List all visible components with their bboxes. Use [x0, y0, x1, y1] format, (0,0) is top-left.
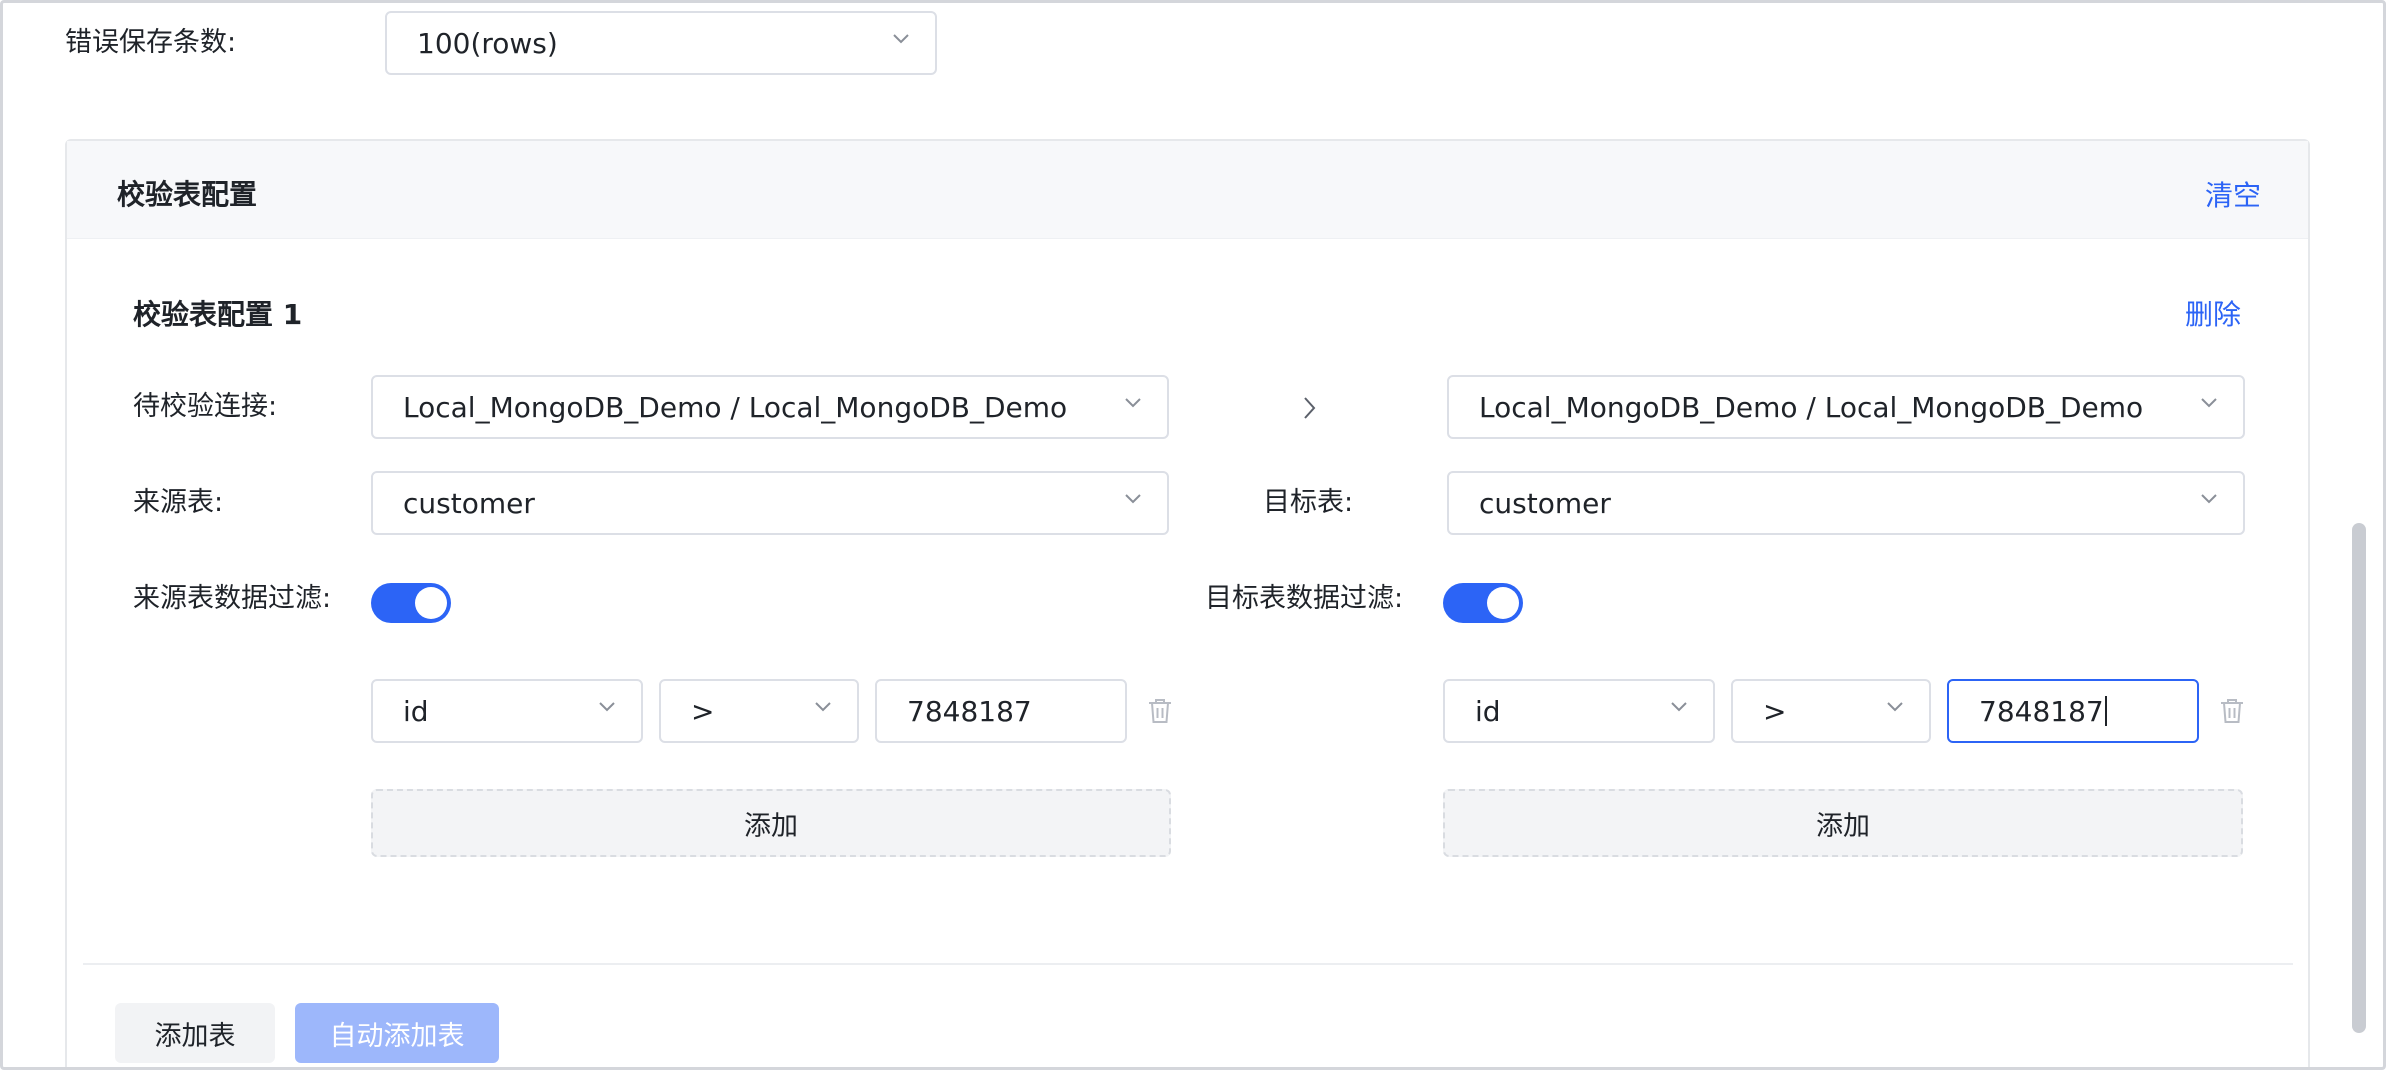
chevron-down-icon	[1887, 702, 1903, 712]
delete-link[interactable]: 删除	[2185, 293, 2241, 333]
source-table-value: customer	[403, 486, 535, 520]
clear-link[interactable]: 清空	[2205, 174, 2261, 214]
target-connection-select[interactable]: Local_MongoDB_Demo / Local_MongoDB_Demo	[1447, 375, 2245, 439]
source-connection-select[interactable]: Local_MongoDB_Demo / Local_MongoDB_Demo	[371, 375, 1169, 439]
target-filter-field-select[interactable]: id	[1443, 679, 1715, 743]
scrollbar-thumb[interactable]	[2352, 523, 2366, 1033]
source-filter-field-select[interactable]: id	[371, 679, 643, 743]
source-table-label: 来源表:	[133, 487, 224, 518]
source-filter-field: id	[403, 694, 429, 728]
connection-label: 待校验连接:	[133, 391, 278, 422]
source-filter-toggle[interactable]	[371, 583, 451, 623]
check-table-config-card: 校验表配置 清空 校验表配置 1 删除 待校验连接: Local_MongoDB…	[65, 139, 2310, 1067]
source-add-filter-label: 添加	[744, 810, 798, 842]
app-frame: 错误保存条数: 100(rows) 校验表配置 清空 校验表配置 1 删除 待校…	[0, 0, 2386, 1070]
source-table-select[interactable]: customer	[371, 471, 1169, 535]
chevron-right-icon	[1304, 397, 1316, 419]
target-connection-value: Local_MongoDB_Demo / Local_MongoDB_Demo	[1479, 390, 2144, 424]
error-save-label: 错误保存条数:	[65, 27, 237, 58]
target-table-select[interactable]: customer	[1447, 471, 2245, 535]
source-add-filter-button[interactable]: 添加	[371, 789, 1171, 857]
trash-icon[interactable]	[1147, 697, 1173, 725]
target-add-filter-button[interactable]: 添加	[1443, 789, 2243, 857]
add-table-label: 添加表	[154, 1020, 236, 1052]
source-filter-label: 来源表数据过滤:	[133, 583, 332, 614]
target-filter-operator-select[interactable]: >	[1731, 679, 1931, 743]
config-title: 校验表配置 1	[133, 298, 303, 331]
target-filter-operator: >	[1763, 694, 1787, 728]
target-filter-toggle[interactable]	[1443, 583, 1523, 623]
source-filter-value-input[interactable]: 7848187	[875, 679, 1127, 743]
auto-add-table-label: 自动添加表	[329, 1020, 465, 1052]
target-table-value: customer	[1479, 486, 1611, 520]
error-save-value: 100(rows)	[417, 26, 558, 60]
error-save-select[interactable]: 100(rows)	[385, 11, 937, 75]
chevron-down-icon	[1125, 494, 1141, 504]
text-caret	[2104, 696, 2107, 726]
chevron-down-icon	[815, 702, 831, 712]
chevron-down-icon	[893, 34, 909, 44]
card-header	[67, 141, 2308, 239]
target-table-label: 目标表:	[1263, 487, 1354, 518]
chevron-down-icon	[599, 702, 615, 712]
toggle-knob	[415, 587, 447, 619]
chevron-down-icon	[2201, 494, 2217, 504]
source-filter-value: 7848187	[907, 694, 1032, 728]
source-filter-operator: >	[691, 694, 715, 728]
chevron-down-icon	[1125, 398, 1141, 408]
auto-add-table-button[interactable]: 自动添加表	[295, 1003, 499, 1063]
section-title: 校验表配置	[117, 178, 258, 211]
target-filter-label: 目标表数据过滤:	[1205, 583, 1404, 614]
chevron-down-icon	[2201, 398, 2217, 408]
target-add-filter-label: 添加	[1816, 810, 1870, 842]
source-connection-value: Local_MongoDB_Demo / Local_MongoDB_Demo	[403, 390, 1068, 424]
toggle-knob	[1487, 587, 1519, 619]
target-filter-value: 7848187	[1979, 694, 2104, 728]
target-filter-value-input[interactable]: 7848187	[1947, 679, 2199, 743]
chevron-down-icon	[1671, 702, 1687, 712]
divider	[83, 963, 2293, 965]
target-filter-field: id	[1475, 694, 1501, 728]
trash-icon[interactable]	[2219, 697, 2245, 725]
source-filter-operator-select[interactable]: >	[659, 679, 859, 743]
add-table-button[interactable]: 添加表	[115, 1003, 275, 1063]
